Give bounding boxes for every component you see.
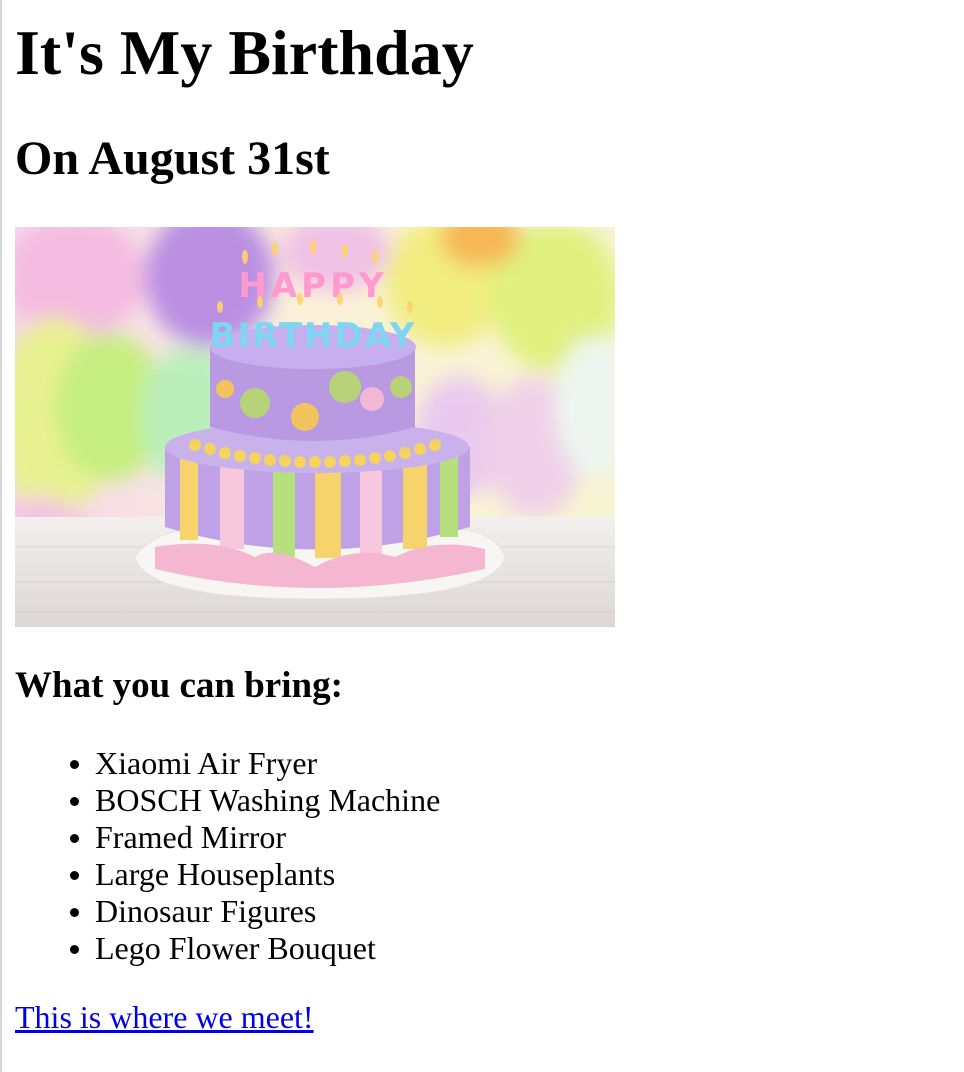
list-item: Dinosaur Figures <box>15 893 440 930</box>
meeting-location-link[interactable]: This is where we meet! <box>15 999 314 1036</box>
list-item: Lego Flower Bouquet <box>15 930 440 967</box>
date-subtitle: On August 31st <box>15 132 330 185</box>
birthday-cake-image: HAPPY BIRTHDAY <box>15 227 615 627</box>
list-item: Xiaomi Air Fryer <box>15 745 440 782</box>
gift-list: Xiaomi Air Fryer BOSCH Washing Machine F… <box>15 745 440 967</box>
list-item: BOSCH Washing Machine <box>15 782 440 819</box>
svg-text:BIRTHDAY: BIRTHDAY <box>210 316 417 356</box>
list-item: Large Houseplants <box>15 856 440 893</box>
list-item: Framed Mirror <box>15 819 440 856</box>
what-to-bring-heading: What you can bring: <box>15 665 343 706</box>
page-title: It's My Birthday <box>15 17 474 88</box>
page-left-border <box>0 0 2 1072</box>
